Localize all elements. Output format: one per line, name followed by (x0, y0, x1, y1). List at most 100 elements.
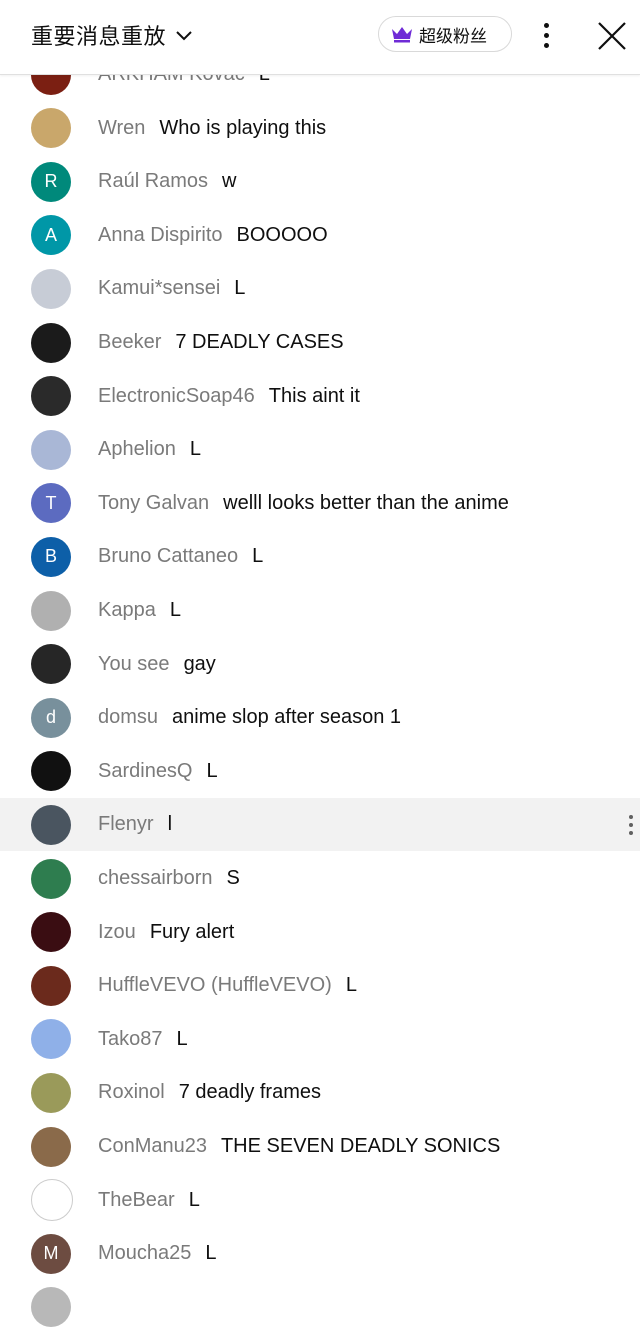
chat-header: 重要消息重放 超级粉丝 (0, 0, 640, 75)
chat-message[interactable]: Beeker 7 DEADLY CASES (0, 316, 640, 369)
chat-message[interactable]: Kappa L (0, 584, 640, 637)
message-text: L (206, 759, 218, 782)
message-line: Wren Who is playing this (98, 117, 326, 140)
message-author[interactable]: SardinesQ (98, 760, 193, 783)
message-line: Aphelion L (98, 438, 201, 461)
chat-message[interactable]: Flenyr l (0, 798, 640, 852)
chat-message[interactable]: Kamui*sensei L (0, 262, 640, 315)
message-author[interactable]: Bruno Cattaneo (98, 545, 238, 568)
avatar[interactable] (31, 1072, 71, 1113)
message-author[interactable]: Flenyr (98, 813, 154, 836)
message-author[interactable]: Anna Dispirito (98, 224, 223, 247)
chat-message[interactable]: M Moucha25 L (0, 1227, 640, 1280)
avatar[interactable] (31, 1179, 73, 1222)
avatar[interactable]: R (31, 161, 71, 202)
dot (543, 22, 549, 28)
message-text: L (252, 545, 264, 568)
chat-message[interactable]: HuffleVEVO (HuffleVEVO) L (0, 959, 640, 1012)
message-author[interactable]: Kappa (98, 599, 156, 622)
avatar[interactable] (31, 1287, 71, 1328)
avatar[interactable] (31, 751, 71, 792)
chat-message[interactable]: T Tony Galvan welll looks better than the … (0, 477, 640, 530)
dot (543, 42, 549, 48)
close-button[interactable] (596, 20, 628, 52)
avatar[interactable] (31, 590, 71, 631)
message-author[interactable]: HuffleVEVO (HuffleVEVO) (98, 974, 332, 997)
super-fan-button[interactable]: 超级粉丝 (378, 16, 512, 52)
chat-message[interactable]: You see gay (0, 638, 640, 691)
message-author[interactable]: Tony Galvan (98, 492, 209, 515)
avatar[interactable] (31, 268, 71, 309)
avatar-initial: A (44, 224, 57, 245)
super-fan-label: 超级粉丝 (419, 26, 487, 47)
chat-message[interactable]: Aphelion L (0, 423, 640, 476)
message-author[interactable]: Raúl Ramos (98, 170, 208, 193)
avatar[interactable] (31, 429, 71, 470)
message-author[interactable]: chessairborn (98, 867, 213, 890)
message-line: Tony Galvan welll looks better than the a… (98, 492, 509, 515)
dot (629, 831, 633, 836)
chat-mode-selector[interactable]: 重要消息重放 (31, 18, 194, 52)
message-author[interactable]: Kamui*sensei (98, 277, 220, 300)
avatar[interactable] (31, 644, 71, 685)
avatar[interactable] (31, 1019, 71, 1060)
message-text: THE SEVEN DEADLY SONICS (220, 1135, 501, 1157)
chat-message[interactable]: B Bruno Cattaneo L (0, 530, 640, 583)
message-text: L (188, 1188, 200, 1211)
message-line: Izou Fury alert (98, 921, 234, 944)
chat-message[interactable]: R Raúl Ramos w (0, 155, 640, 208)
message-menu-button[interactable] (627, 812, 635, 838)
chat-message[interactable]: SardinesQ L (0, 745, 640, 798)
chat-message[interactable]: ConManu23 THE SEVEN DEADLY SONICS (0, 1120, 640, 1173)
chat-message[interactable]: Roxinol 7 deadly frames (0, 1066, 640, 1119)
message-author[interactable]: Moucha25 (98, 1242, 191, 1265)
avatar[interactable] (31, 858, 71, 899)
more-options-button[interactable] (533, 18, 559, 52)
dot (629, 815, 633, 820)
message-author[interactable]: You see (98, 653, 170, 676)
crown-icon (391, 25, 413, 43)
chat-message[interactable]: chessairborn S (0, 852, 640, 905)
message-author[interactable]: domsu (98, 706, 158, 729)
avatar[interactable]: d (31, 697, 71, 738)
message-line: Kamui*sensei L (98, 277, 245, 300)
message-line: Kappa L (98, 599, 181, 622)
message-author[interactable]: Beeker (98, 331, 161, 354)
avatar[interactable] (31, 804, 71, 845)
avatar[interactable] (31, 322, 71, 363)
avatar-initial: B (44, 546, 57, 567)
message-author[interactable]: Wren (98, 117, 145, 140)
message-author[interactable]: ConManu23 (98, 1135, 207, 1158)
avatar[interactable]: A (31, 215, 71, 256)
message-author[interactable]: Izou (98, 921, 136, 944)
chat-message[interactable]: ElectronicSoap46 This aint it (0, 370, 640, 423)
message-author[interactable]: Tako87 (98, 1028, 163, 1051)
chat-message[interactable]: A Anna Dispirito BOOOOO (0, 209, 640, 262)
message-author[interactable]: Roxinol (98, 1081, 165, 1104)
avatar[interactable]: B (31, 536, 71, 577)
avatar[interactable]: T (31, 483, 71, 524)
message-text: BOOOOO (236, 223, 328, 246)
message-author[interactable]: TheBear (98, 1189, 175, 1212)
message-text: L (205, 1242, 217, 1265)
message-author[interactable]: Aphelion (98, 438, 176, 461)
avatar[interactable] (31, 1126, 71, 1167)
chat-message[interactable]: d domsu anime slop after season 1 (0, 691, 640, 744)
chat-message[interactable]: Izou Fury alert (0, 906, 640, 959)
close-icon (598, 22, 626, 50)
chat-message[interactable] (0, 1281, 640, 1334)
chat-message[interactable]: Tako87 L (0, 1013, 640, 1066)
avatar[interactable] (31, 965, 71, 1006)
chat-message-list[interactable]: ARKHAM KovacLWrenWho is playing thisRRaú… (0, 48, 640, 1328)
message-line: SardinesQ L (98, 760, 218, 783)
avatar[interactable] (31, 376, 71, 417)
dot (629, 823, 633, 828)
message-line: Raúl Ramos w (98, 170, 237, 193)
chat-message[interactable]: Wren Who is playing this (0, 102, 640, 155)
chat-mode-title: 重要消息重放 (31, 25, 167, 50)
avatar[interactable] (31, 912, 71, 953)
chat-message[interactable]: TheBear L (0, 1174, 640, 1227)
message-author[interactable]: ElectronicSoap46 (98, 385, 255, 408)
avatar[interactable] (31, 108, 71, 149)
avatar[interactable]: M (31, 1233, 71, 1274)
